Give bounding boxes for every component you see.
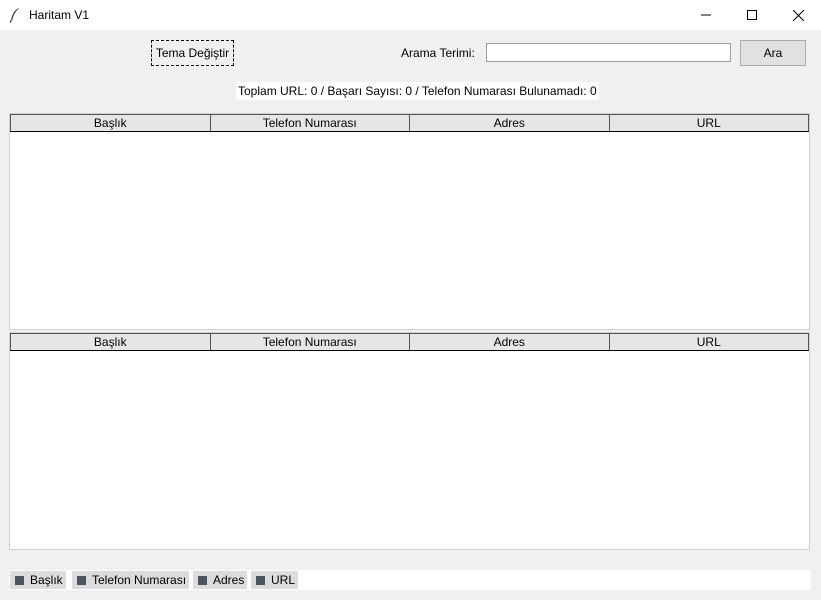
column-header-address[interactable]: Adres <box>410 333 610 350</box>
results-table[interactable]: Başlık Telefon Numarası Adres URL <box>9 113 810 330</box>
toggle-address-column[interactable]: Adres <box>193 571 248 589</box>
column-header-phone[interactable]: Telefon Numarası <box>210 333 410 350</box>
toggle-label: Telefon Numarası <box>92 573 187 587</box>
toggle-label: URL <box>271 573 296 587</box>
window-title: Haritam V1 <box>29 8 90 22</box>
toggle-title-column[interactable]: Başlık <box>10 571 66 589</box>
column-header-url[interactable]: URL <box>609 114 809 131</box>
status-summary: Toplam URL: 0 / Başarı Sayısı: 0 / Telef… <box>236 82 599 100</box>
search-button[interactable]: Ara <box>740 40 806 66</box>
checkbox[interactable] <box>198 575 207 585</box>
column-header-title[interactable]: Başlık <box>10 333 211 350</box>
toggle-phone-column[interactable]: Telefon Numarası <box>72 571 190 589</box>
maximize-button[interactable] <box>729 0 775 30</box>
theme-toggle-button[interactable]: Tema Değiştir <box>151 40 234 66</box>
title-bar: Haritam V1 <box>0 0 821 30</box>
secondary-results-table[interactable]: Başlık Telefon Numarası Adres URL <box>9 332 810 550</box>
checkbox[interactable] <box>15 575 24 585</box>
column-header-address[interactable]: Adres <box>410 114 610 131</box>
minimize-button[interactable] <box>683 0 729 30</box>
column-header-phone[interactable]: Telefon Numarası <box>210 114 410 131</box>
search-label: Arama Terimi: <box>401 46 475 60</box>
column-toggle-bar: Başlık Telefon Numarası Adres URL <box>9 570 811 590</box>
checkbox[interactable] <box>256 575 265 585</box>
table-header: Başlık Telefon Numarası Adres URL <box>10 333 809 351</box>
minimize-icon <box>701 14 711 16</box>
feather-icon <box>9 7 20 23</box>
table-header: Başlık Telefon Numarası Adres URL <box>10 114 809 132</box>
toggle-label: Başlık <box>30 573 63 587</box>
toggle-url-column[interactable]: URL <box>251 571 299 589</box>
search-input[interactable] <box>486 43 731 62</box>
checkbox[interactable] <box>77 575 86 585</box>
close-button[interactable] <box>775 0 821 30</box>
column-header-title[interactable]: Başlık <box>10 114 211 131</box>
close-icon <box>792 9 804 21</box>
maximize-icon <box>747 10 757 20</box>
column-header-url[interactable]: URL <box>609 333 809 350</box>
toggle-label: Adres <box>213 573 245 587</box>
